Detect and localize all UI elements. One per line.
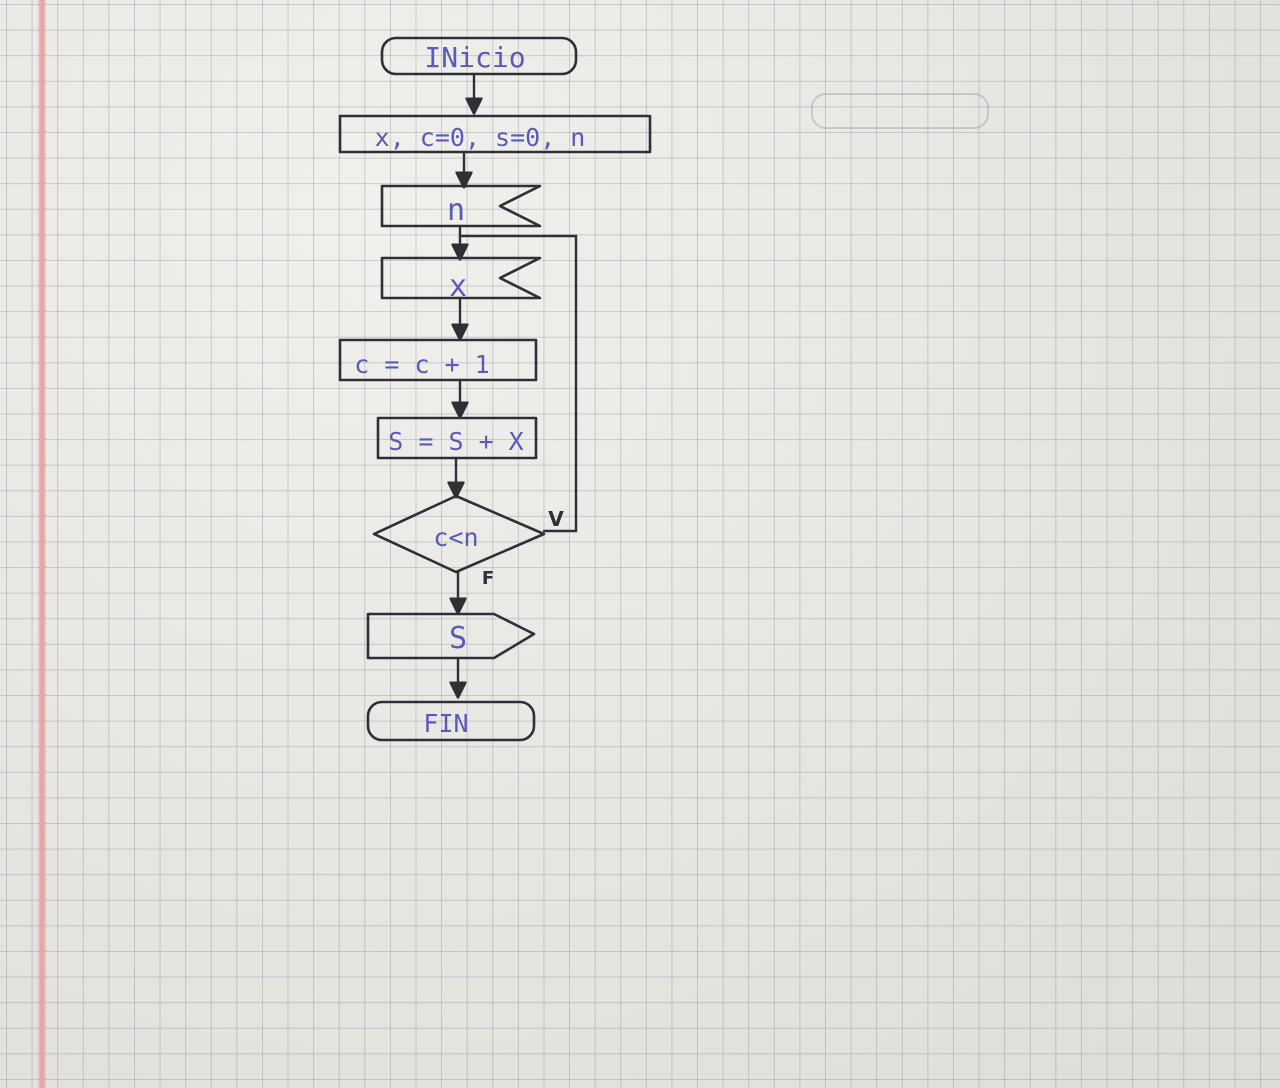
input-n-label: n bbox=[447, 193, 465, 228]
end-terminator: FIN bbox=[366, 700, 536, 742]
decision-label: c<n bbox=[433, 523, 478, 552]
start-terminator: INicio bbox=[380, 36, 578, 76]
end-label: FIN bbox=[423, 709, 468, 738]
output-label: S bbox=[449, 621, 467, 656]
increment-label: c = c + 1 bbox=[354, 350, 489, 379]
input-n-box: n bbox=[380, 184, 542, 228]
start-label: INicio bbox=[424, 41, 525, 74]
sum-box: S = S + X bbox=[376, 416, 538, 460]
input-x-box: x bbox=[380, 256, 542, 304]
false-branch-label: F bbox=[482, 568, 494, 589]
input-x-label: x bbox=[449, 269, 467, 304]
true-branch-label: V bbox=[548, 507, 564, 531]
sum-label: S = S + X bbox=[388, 427, 523, 456]
declaration-box: x, c=0, s=0, n bbox=[338, 114, 652, 154]
increment-box: c = c + 1 bbox=[338, 338, 538, 382]
loop-back-line bbox=[458, 234, 578, 533]
decision-diamond: c<n bbox=[372, 494, 546, 574]
output-box: S bbox=[366, 612, 536, 660]
declaration-label: x, c=0, s=0, n bbox=[375, 123, 586, 152]
erased-sketch bbox=[811, 93, 989, 129]
flowchart: INicio x, c=0, s=0, n n x c = c + 1 S = … bbox=[338, 36, 989, 742]
